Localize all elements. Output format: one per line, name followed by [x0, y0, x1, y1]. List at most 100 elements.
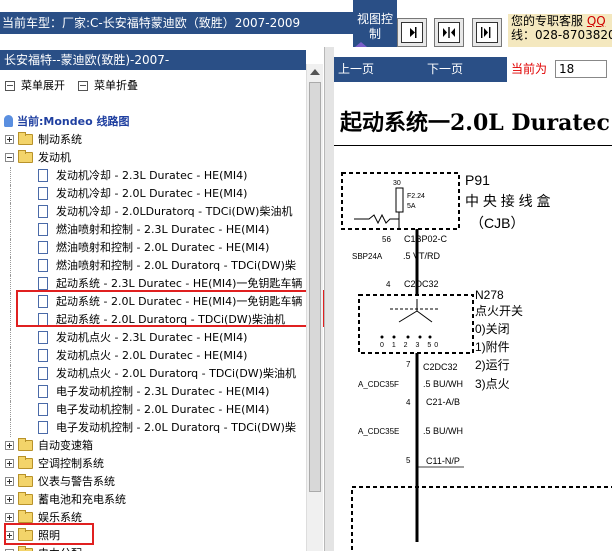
tree-doc-label: 发动机点火 - 2.3L Duratec - HE(MI4)	[56, 331, 248, 344]
expand-toggle-icon[interactable]	[5, 513, 14, 522]
contact-box: 您的专职客服 QQ 线：028-8703820	[508, 14, 612, 47]
tree-folder[interactable]: 自动变速箱	[0, 437, 306, 455]
expand-toggle-icon[interactable]	[5, 441, 14, 450]
go-back-button[interactable]	[397, 18, 427, 47]
tree-doc[interactable]: 发动机点火 - 2.0L Duratec - HE(MI4)	[0, 347, 306, 365]
vehicle-title: 长安福特--蒙迪欧(致胜)-2007-	[0, 50, 306, 70]
tree-doc[interactable]: 发动机点火 - 2.0L Duratorq - TDCi(DW)柴油机	[0, 365, 306, 383]
n278-desc: 点火开关	[475, 304, 523, 318]
wire-3-code: A_CDC35E	[358, 427, 399, 436]
panel-divider[interactable]	[325, 47, 334, 551]
p91-label: P91	[465, 172, 490, 188]
switch-numbers: 0 1 2 3 50	[380, 342, 441, 349]
folder-icon	[18, 474, 33, 487]
double-arrow-icon	[443, 27, 455, 38]
fit-width-button[interactable]	[434, 18, 464, 47]
expand-menu-button[interactable]: 菜单展开	[5, 77, 65, 93]
collapse-toggle-icon[interactable]	[5, 153, 14, 162]
tree-folder[interactable]: 发动机	[0, 149, 306, 167]
tree-doc[interactable]: 燃油喷射和控制 - 2.0L Duratec - HE(MI4)	[0, 239, 306, 257]
tree-doc[interactable]: 电子发动机控制 - 2.3L Duratec - HE(MI4)	[0, 383, 306, 401]
collapse-menu-button[interactable]: 菜单折叠	[78, 77, 138, 93]
folder-icon	[18, 510, 33, 523]
current-model-label: 当前车型：厂家:C-长安福特蒙迪欧（致胜）2007-2009	[0, 12, 355, 34]
tree-doc-label: 发动机点火 - 2.0L Duratorq - TDCi(DW)柴油机	[56, 367, 296, 380]
expand-toggle-icon[interactable]	[5, 459, 14, 468]
tree-doc-label: 燃油喷射和控制 - 2.0L Duratec - HE(MI4)	[56, 241, 270, 254]
tree-folder[interactable]: 电力分配	[0, 545, 306, 551]
tree-folder[interactable]: 制动系统	[0, 131, 306, 149]
pin-5: 5	[406, 456, 411, 465]
expand-toggle-icon[interactable]	[5, 135, 14, 144]
contact-phone: 线：028-8703820	[511, 28, 612, 42]
tree-doc[interactable]: 电子发动机控制 - 2.0L Duratorq - TDCi(DW)柴	[0, 419, 306, 437]
left-scrollbar[interactable]	[306, 64, 323, 551]
wire-3-spec: .5 BU/WH	[423, 426, 463, 436]
qq-link[interactable]: QQ	[587, 14, 606, 28]
tree-folder[interactable]: 仪表与警告系统	[0, 473, 306, 491]
document-icon	[38, 349, 48, 362]
document-icon	[38, 259, 48, 272]
fuse-number: 30	[393, 180, 401, 187]
arrow-right-icon	[410, 27, 417, 38]
connector-2: C2DC32	[404, 279, 439, 289]
document-icon	[38, 421, 48, 434]
document-icon	[38, 403, 48, 416]
tree-doc-label: 发动机冷却 - 2.3L Duratec - HE(MI4)	[56, 169, 248, 182]
document-icon	[38, 277, 48, 290]
tree-doc-label: 电子发动机控制 - 2.0L Duratec - HE(MI4)	[56, 403, 270, 416]
current-page-box: 当前为	[507, 57, 612, 82]
expand-toggle-icon[interactable]	[5, 495, 14, 504]
tree-doc-label: 燃油喷射和控制 - 2.3L Duratec - HE(MI4)	[56, 223, 270, 236]
tree-doc-label: 发动机冷却 - 2.0L Duratec - HE(MI4)	[56, 187, 248, 200]
tree-doc-label: 发动机冷却 - 2.0LDuratorq - TDCi(DW)柴油机	[56, 205, 293, 218]
p91-sub: （CJB）	[470, 215, 524, 231]
pin-4b: 4	[406, 398, 411, 407]
page-nav-bar: 上一页 下一页 当前为	[334, 57, 612, 82]
tree-doc[interactable]: 燃油喷射和控制 - 2.0L Duratorq - TDCi(DW)柴	[0, 257, 306, 275]
fuse-amp: 5A	[407, 203, 416, 210]
document-icon	[38, 223, 48, 236]
fuse-icon	[395, 187, 404, 213]
wire-1-code: SBP24A	[352, 252, 383, 261]
tree-doc[interactable]: 电子发动机控制 - 2.0L Duratec - HE(MI4)	[0, 401, 306, 419]
expand-toggle-icon[interactable]	[5, 477, 14, 486]
tree-doc[interactable]: 发动机冷却 - 2.3L Duratec - HE(MI4)	[0, 167, 306, 185]
scrollbar-thumb[interactable]	[309, 82, 321, 492]
wire-2-code: A_CDC35F	[358, 380, 399, 389]
prev-page-button[interactable]: 上一页	[338, 57, 374, 82]
view-control-text: 视图控制	[356, 12, 393, 41]
tree-folder-label: 蓄电池和充电系统	[38, 493, 126, 506]
pin-4a: 4	[386, 280, 391, 289]
document-icon	[38, 367, 48, 380]
diagram-title: 起动系统一2.0L Duratec	[340, 110, 610, 136]
folder-icon	[18, 492, 33, 505]
wiring-diagram: 30 F2.24 5A P91 中 央 接 线 盒 （CJB） 56 C1BP0…	[341, 172, 612, 551]
tree-doc[interactable]: 发动机点火 - 2.3L Duratec - HE(MI4)	[0, 329, 306, 347]
wire-1-spec: .5 VT/RD	[403, 251, 441, 261]
document-icon	[38, 331, 48, 344]
tree-doc[interactable]: 发动机冷却 - 2.0L Duratec - HE(MI4)	[0, 185, 306, 203]
tree-folder[interactable]: 蓄电池和充电系统	[0, 491, 306, 509]
tree-folder[interactable]: 空调控制系统	[0, 455, 306, 473]
switch-pos-3: 3)点火	[475, 377, 510, 391]
current-page-label: 当前为	[511, 62, 548, 76]
next-page-button[interactable]: 下一页	[427, 57, 463, 82]
pin-7: 7	[406, 360, 411, 369]
switch-pos-2: 2)运行	[475, 358, 510, 372]
scroll-up-icon[interactable]	[310, 69, 320, 75]
collapse-menu-label: 菜单折叠	[94, 79, 138, 92]
document-icon	[38, 241, 48, 254]
tree-doc[interactable]: 发动机冷却 - 2.0LDuratorq - TDCi(DW)柴油机	[0, 203, 306, 221]
location-pin-icon	[4, 115, 13, 127]
fit-page-button[interactable]	[472, 18, 502, 47]
view-control-label[interactable]: 视图控制	[353, 0, 397, 47]
current-doc-label: 当前:Mondeo 线路图	[4, 113, 129, 129]
tree-folder-label: 制动系统	[38, 133, 82, 146]
tree-doc-label: 电子发动机控制 - 2.0L Duratorq - TDCi(DW)柴	[56, 421, 296, 434]
connector-4: C21-A/B	[426, 397, 460, 407]
tree-doc[interactable]: 燃油喷射和控制 - 2.3L Duratec - HE(MI4)	[0, 221, 306, 239]
folder-icon	[18, 438, 33, 451]
page-number-input[interactable]	[555, 60, 607, 78]
folder-icon	[18, 132, 33, 145]
